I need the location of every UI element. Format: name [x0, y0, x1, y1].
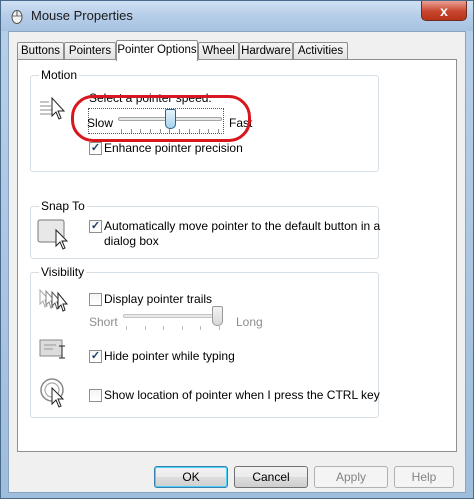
trail-length-slider-track	[123, 314, 223, 318]
tab-pointers[interactable]: Pointers	[64, 42, 116, 60]
ok-button[interactable]: OK	[154, 466, 228, 488]
mouse-properties-window: Mouse Properties x Buttons Pointers Poin…	[0, 0, 474, 499]
highlight-ring	[71, 95, 251, 142]
mouse-icon	[11, 10, 23, 24]
window-title: Mouse Properties	[31, 8, 133, 23]
motion-group-label: Motion	[39, 68, 80, 82]
cancel-button[interactable]: Cancel	[234, 466, 308, 488]
snap-to-checkbox[interactable]: ✓	[89, 220, 102, 233]
enhance-precision-checkbox[interactable]: ✓	[89, 142, 102, 155]
tab-hardware[interactable]: Hardware	[239, 42, 293, 60]
pointer-trails-label[interactable]: Display pointer trails	[104, 292, 212, 306]
show-location-icon	[40, 378, 65, 408]
snap-to-label-line2[interactable]: dialog box	[104, 234, 159, 248]
pointer-trails-icon	[39, 288, 69, 312]
hide-pointer-checkbox[interactable]: ✓	[89, 350, 102, 363]
title-bar[interactable]: Mouse Properties x	[1, 1, 473, 31]
trail-length-slider-ticks	[126, 326, 220, 330]
tab-buttons[interactable]: Buttons	[17, 42, 64, 60]
pointer-speed-icon	[40, 96, 66, 120]
hide-pointer-icon	[39, 339, 65, 359]
help-button[interactable]: Help	[394, 466, 454, 488]
pointer-trails-checkbox[interactable]	[89, 293, 102, 306]
show-location-checkbox[interactable]	[89, 389, 102, 402]
close-button[interactable]: x	[421, 1, 467, 21]
enhance-precision-label[interactable]: Enhance pointer precision	[104, 141, 243, 155]
hide-pointer-label[interactable]: Hide pointer while typing	[104, 349, 235, 363]
tab-wheel[interactable]: Wheel	[198, 42, 239, 60]
snap-to-group-label: Snap To	[39, 199, 87, 213]
close-icon: x	[440, 2, 448, 19]
apply-button[interactable]: Apply	[314, 466, 388, 488]
snap-to-label-line1[interactable]: Automatically move pointer to the defaul…	[104, 219, 380, 233]
short-label: Short	[89, 315, 118, 329]
visibility-group-label: Visibility	[39, 265, 87, 279]
tab-activities[interactable]: Activities	[293, 42, 348, 60]
tab-pointer-options[interactable]: Pointer Options	[116, 40, 198, 61]
snap-to-icon	[37, 219, 69, 250]
trail-length-slider-thumb	[212, 306, 223, 326]
show-location-label[interactable]: Show location of pointer when I press th…	[104, 388, 380, 402]
long-label: Long	[236, 315, 263, 329]
